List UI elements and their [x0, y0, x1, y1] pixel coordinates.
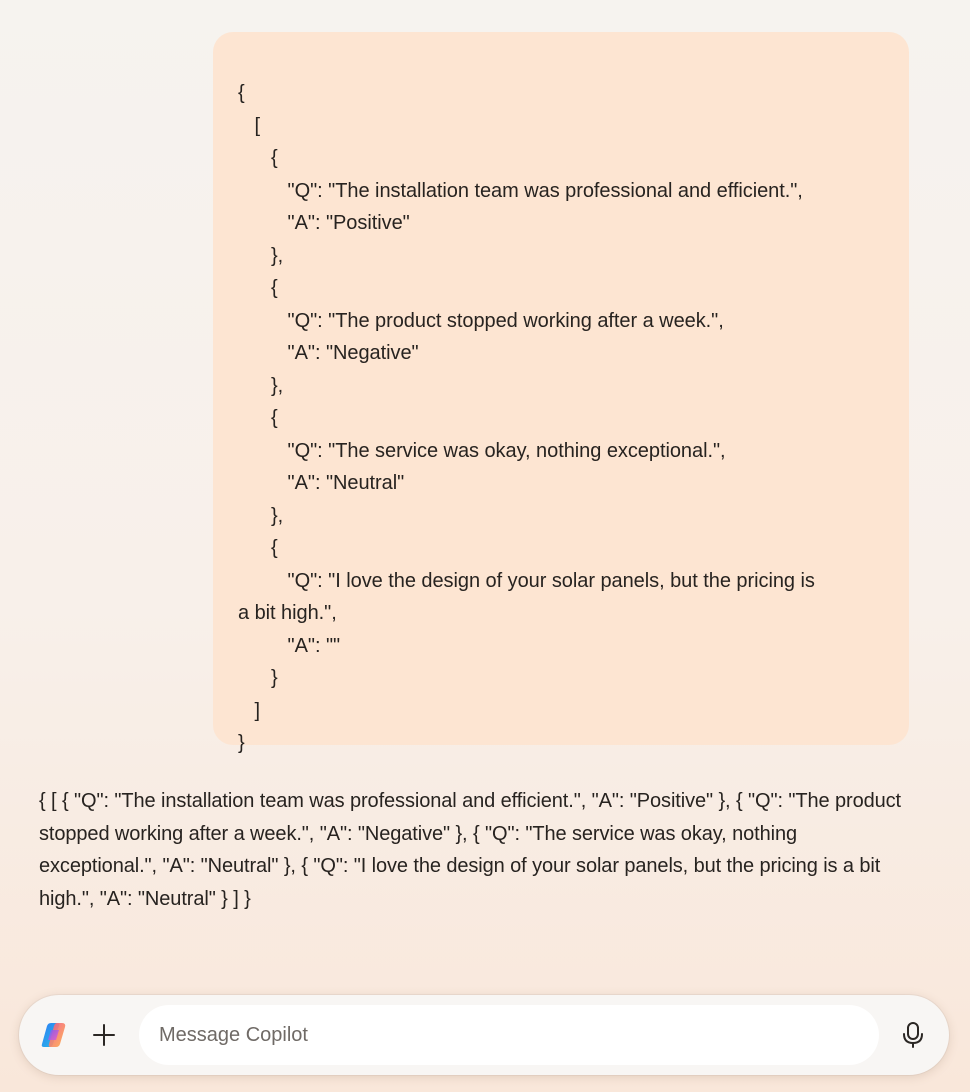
user-message-line: "A": "" — [238, 634, 341, 657]
microphone-button[interactable] — [899, 1019, 927, 1051]
user-message-line: a bit high.", — [238, 602, 337, 624]
user-message-line: "A": "Negative" — [238, 342, 419, 364]
user-message-line: [ — [238, 114, 261, 137]
message-composer: Message Copilot — [19, 995, 949, 1075]
copilot-logo-icon[interactable] — [39, 1020, 69, 1050]
message-input[interactable]: Message Copilot — [139, 1005, 879, 1065]
user-message-line: "Q": "I love the design of your solar pa… — [238, 569, 815, 592]
user-message-line: } — [238, 667, 278, 689]
user-message-line: }, — [238, 374, 284, 397]
message-input-placeholder: Message Copilot — [159, 1023, 308, 1046]
user-message-line: { — [238, 537, 278, 559]
plus-icon — [93, 1024, 115, 1046]
user-message-line: ] — [238, 699, 261, 722]
user-message-line: } — [238, 732, 245, 754]
user-message-line: }, — [238, 244, 284, 267]
user-message-bubble: { [ { "Q": "The installation team was pr… — [213, 32, 909, 754]
user-message-line: "Q": "The installation team was professi… — [238, 179, 803, 202]
microphone-icon — [903, 1022, 923, 1048]
add-attachment-button[interactable] — [89, 1017, 119, 1053]
user-message-line: { — [238, 147, 278, 169]
user-message-line: "A": "Positive" — [238, 212, 410, 234]
user-message-line: "A": "Neutral" — [238, 472, 405, 494]
assistant-reply-text: { [ { "Q": "The installation team was pr… — [39, 790, 901, 910]
user-message-line: }, — [238, 504, 284, 527]
user-message-line: { — [238, 82, 245, 104]
user-message-line: { — [238, 277, 278, 299]
user-message-line: "Q": "The service was okay, nothing exce… — [238, 439, 726, 462]
user-message-line: "Q": "The product stopped working after … — [238, 309, 724, 332]
user-message-line: { — [238, 407, 278, 429]
